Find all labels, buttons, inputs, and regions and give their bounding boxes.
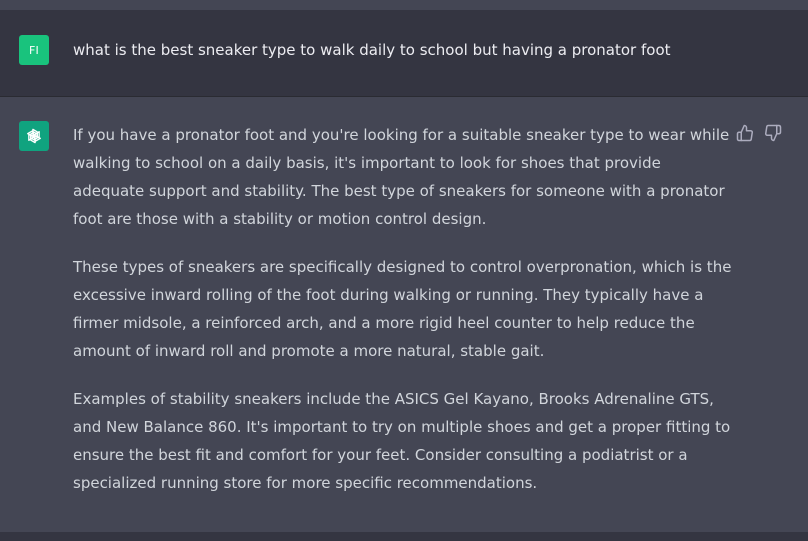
thumbs-up-icon[interactable] xyxy=(736,124,754,142)
assistant-paragraph-3: Examples of stability sneakers include t… xyxy=(73,390,731,492)
assistant-message-text: If you have a pronator foot and you're l… xyxy=(73,121,733,517)
assistant-paragraph-1: If you have a pronator foot and you're l… xyxy=(73,126,730,228)
user-avatar: FI xyxy=(19,35,49,65)
previous-message-edge xyxy=(0,0,808,10)
user-message-text: what is the best sneaker type to walk da… xyxy=(73,41,671,59)
assistant-message-row: If you have a pronator foot and you're l… xyxy=(0,97,808,532)
next-message-edge xyxy=(0,532,808,541)
assistant-paragraph-2: These types of sneakers are specifically… xyxy=(73,258,732,360)
user-message-row: FI what is the best sneaker type to walk… xyxy=(0,10,808,97)
openai-logo-icon xyxy=(19,121,49,151)
thumbs-down-icon[interactable] xyxy=(764,124,782,142)
